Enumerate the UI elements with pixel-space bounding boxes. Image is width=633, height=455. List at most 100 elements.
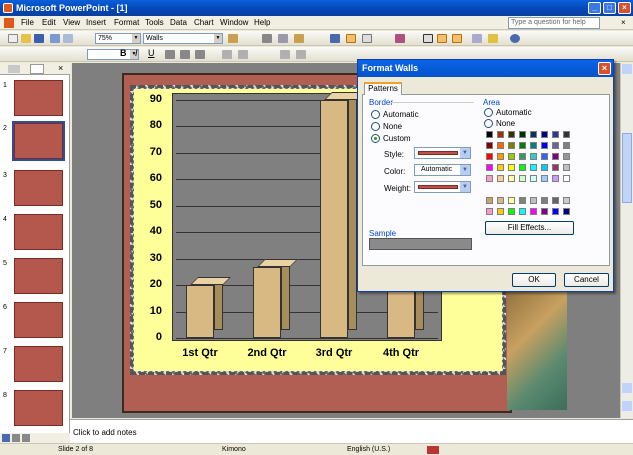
align-center-icon[interactable] (180, 50, 190, 59)
color-swatch[interactable] (530, 131, 537, 138)
maximize-button[interactable]: □ (603, 2, 616, 14)
open-icon[interactable] (21, 34, 31, 43)
color-swatch[interactable] (563, 153, 570, 160)
color-swatch[interactable] (563, 175, 570, 182)
color-swatch[interactable] (508, 197, 515, 204)
color-swatch[interactable] (541, 142, 548, 149)
decrease-decimal-icon[interactable] (296, 50, 306, 59)
color-swatch[interactable] (497, 197, 504, 204)
slide-thumbnail[interactable] (12, 121, 65, 161)
border-automatic-radio[interactable] (371, 110, 380, 119)
color-swatch[interactable] (530, 175, 537, 182)
slide-thumbnail[interactable] (14, 80, 63, 116)
tab-patterns[interactable]: Patterns (364, 82, 402, 95)
area-automatic-radio[interactable] (484, 108, 493, 117)
paste-icon[interactable] (294, 34, 304, 43)
close-pane-icon[interactable]: × (58, 63, 63, 73)
vertical-scrollbar[interactable] (620, 63, 633, 418)
close-button[interactable]: × (618, 2, 631, 14)
border-custom-radio[interactable] (371, 134, 380, 143)
color-swatch[interactable] (563, 142, 570, 149)
minimize-button[interactable]: _ (588, 2, 601, 14)
by-row-icon[interactable] (346, 34, 356, 43)
style-dropdown[interactable]: ▼ (414, 147, 471, 159)
color-swatch[interactable] (552, 142, 559, 149)
color-swatch[interactable] (508, 175, 515, 182)
help-icon[interactable] (510, 34, 520, 43)
data-table-icon[interactable] (472, 34, 482, 43)
color-swatch[interactable] (508, 131, 515, 138)
slide-sorter-icon[interactable] (12, 434, 20, 442)
color-swatch[interactable] (486, 131, 493, 138)
slide-thumbnail[interactable] (14, 258, 63, 294)
copy-icon[interactable] (278, 34, 288, 43)
color-swatch[interactable] (541, 208, 548, 215)
save-icon[interactable] (34, 34, 44, 43)
legend-icon[interactable] (452, 34, 462, 43)
bold-icon[interactable]: B (120, 48, 127, 58)
color-dropdown[interactable]: Automatic ▼ (414, 164, 471, 176)
bar[interactable] (320, 100, 348, 338)
fill-effects-button[interactable]: Fill Effects... (485, 221, 574, 235)
outline-tab[interactable] (8, 65, 20, 73)
color-swatch[interactable] (519, 164, 526, 171)
color-swatch[interactable] (497, 164, 504, 171)
increase-decimal-icon[interactable] (280, 50, 290, 59)
color-swatch[interactable] (497, 131, 504, 138)
color-swatch[interactable] (508, 153, 515, 160)
color-swatch[interactable] (486, 175, 493, 182)
bar[interactable] (253, 266, 281, 338)
border-none-radio[interactable] (371, 122, 380, 131)
color-swatch[interactable] (530, 153, 537, 160)
new-icon[interactable] (8, 34, 18, 43)
help-search-input[interactable]: Type a question for help (508, 17, 600, 29)
color-swatch[interactable] (519, 197, 526, 204)
color-swatch[interactable] (519, 175, 526, 182)
slide-thumbnail[interactable] (14, 302, 63, 338)
slide-thumbnail[interactable] (14, 390, 63, 426)
font-select[interactable]: ▼ (87, 49, 139, 60)
color-swatch[interactable] (552, 208, 559, 215)
bar[interactable] (387, 285, 415, 338)
color-swatch[interactable] (486, 142, 493, 149)
color-swatch[interactable] (563, 164, 570, 171)
prev-slide-icon[interactable] (622, 383, 632, 393)
color-swatch[interactable] (508, 208, 515, 215)
align-left-icon[interactable] (165, 50, 175, 59)
format-selection-icon[interactable] (228, 34, 238, 43)
color-swatch[interactable] (519, 131, 526, 138)
color-swatch[interactable] (541, 164, 548, 171)
by-column-icon[interactable] (362, 34, 372, 43)
menu-chart[interactable]: Chart (194, 18, 214, 27)
value-axis-gridlines-icon[interactable] (437, 34, 447, 43)
menu-data[interactable]: Data (170, 18, 187, 27)
color-swatch[interactable] (508, 142, 515, 149)
preview-icon[interactable] (63, 34, 73, 43)
menu-file[interactable]: File (21, 18, 34, 27)
color-swatch[interactable] (497, 208, 504, 215)
underline-icon[interactable]: U (148, 48, 155, 58)
print-icon[interactable] (50, 34, 60, 43)
weight-dropdown[interactable]: ▼ (414, 181, 471, 193)
color-swatch[interactable] (552, 197, 559, 204)
currency-icon[interactable] (222, 50, 232, 59)
color-swatch[interactable] (519, 153, 526, 160)
cut-icon[interactable] (262, 34, 272, 43)
menu-view[interactable]: View (63, 18, 80, 27)
bar-side[interactable] (214, 277, 223, 330)
percent-icon[interactable] (238, 50, 248, 59)
color-swatch[interactable] (497, 175, 504, 182)
color-swatch[interactable] (486, 197, 493, 204)
normal-view-icon[interactable] (2, 434, 10, 442)
color-swatch[interactable] (552, 164, 559, 171)
color-swatch[interactable] (552, 131, 559, 138)
color-swatch[interactable] (519, 208, 526, 215)
color-swatch[interactable] (530, 197, 537, 204)
menu-window[interactable]: Window (220, 18, 248, 27)
category-axis-gridlines-icon[interactable] (423, 34, 433, 43)
color-swatch[interactable] (541, 153, 548, 160)
slide-thumbnail[interactable] (14, 170, 63, 206)
ok-button[interactable]: OK (512, 273, 556, 287)
color-swatch[interactable] (497, 142, 504, 149)
align-right-icon[interactable] (195, 50, 205, 59)
